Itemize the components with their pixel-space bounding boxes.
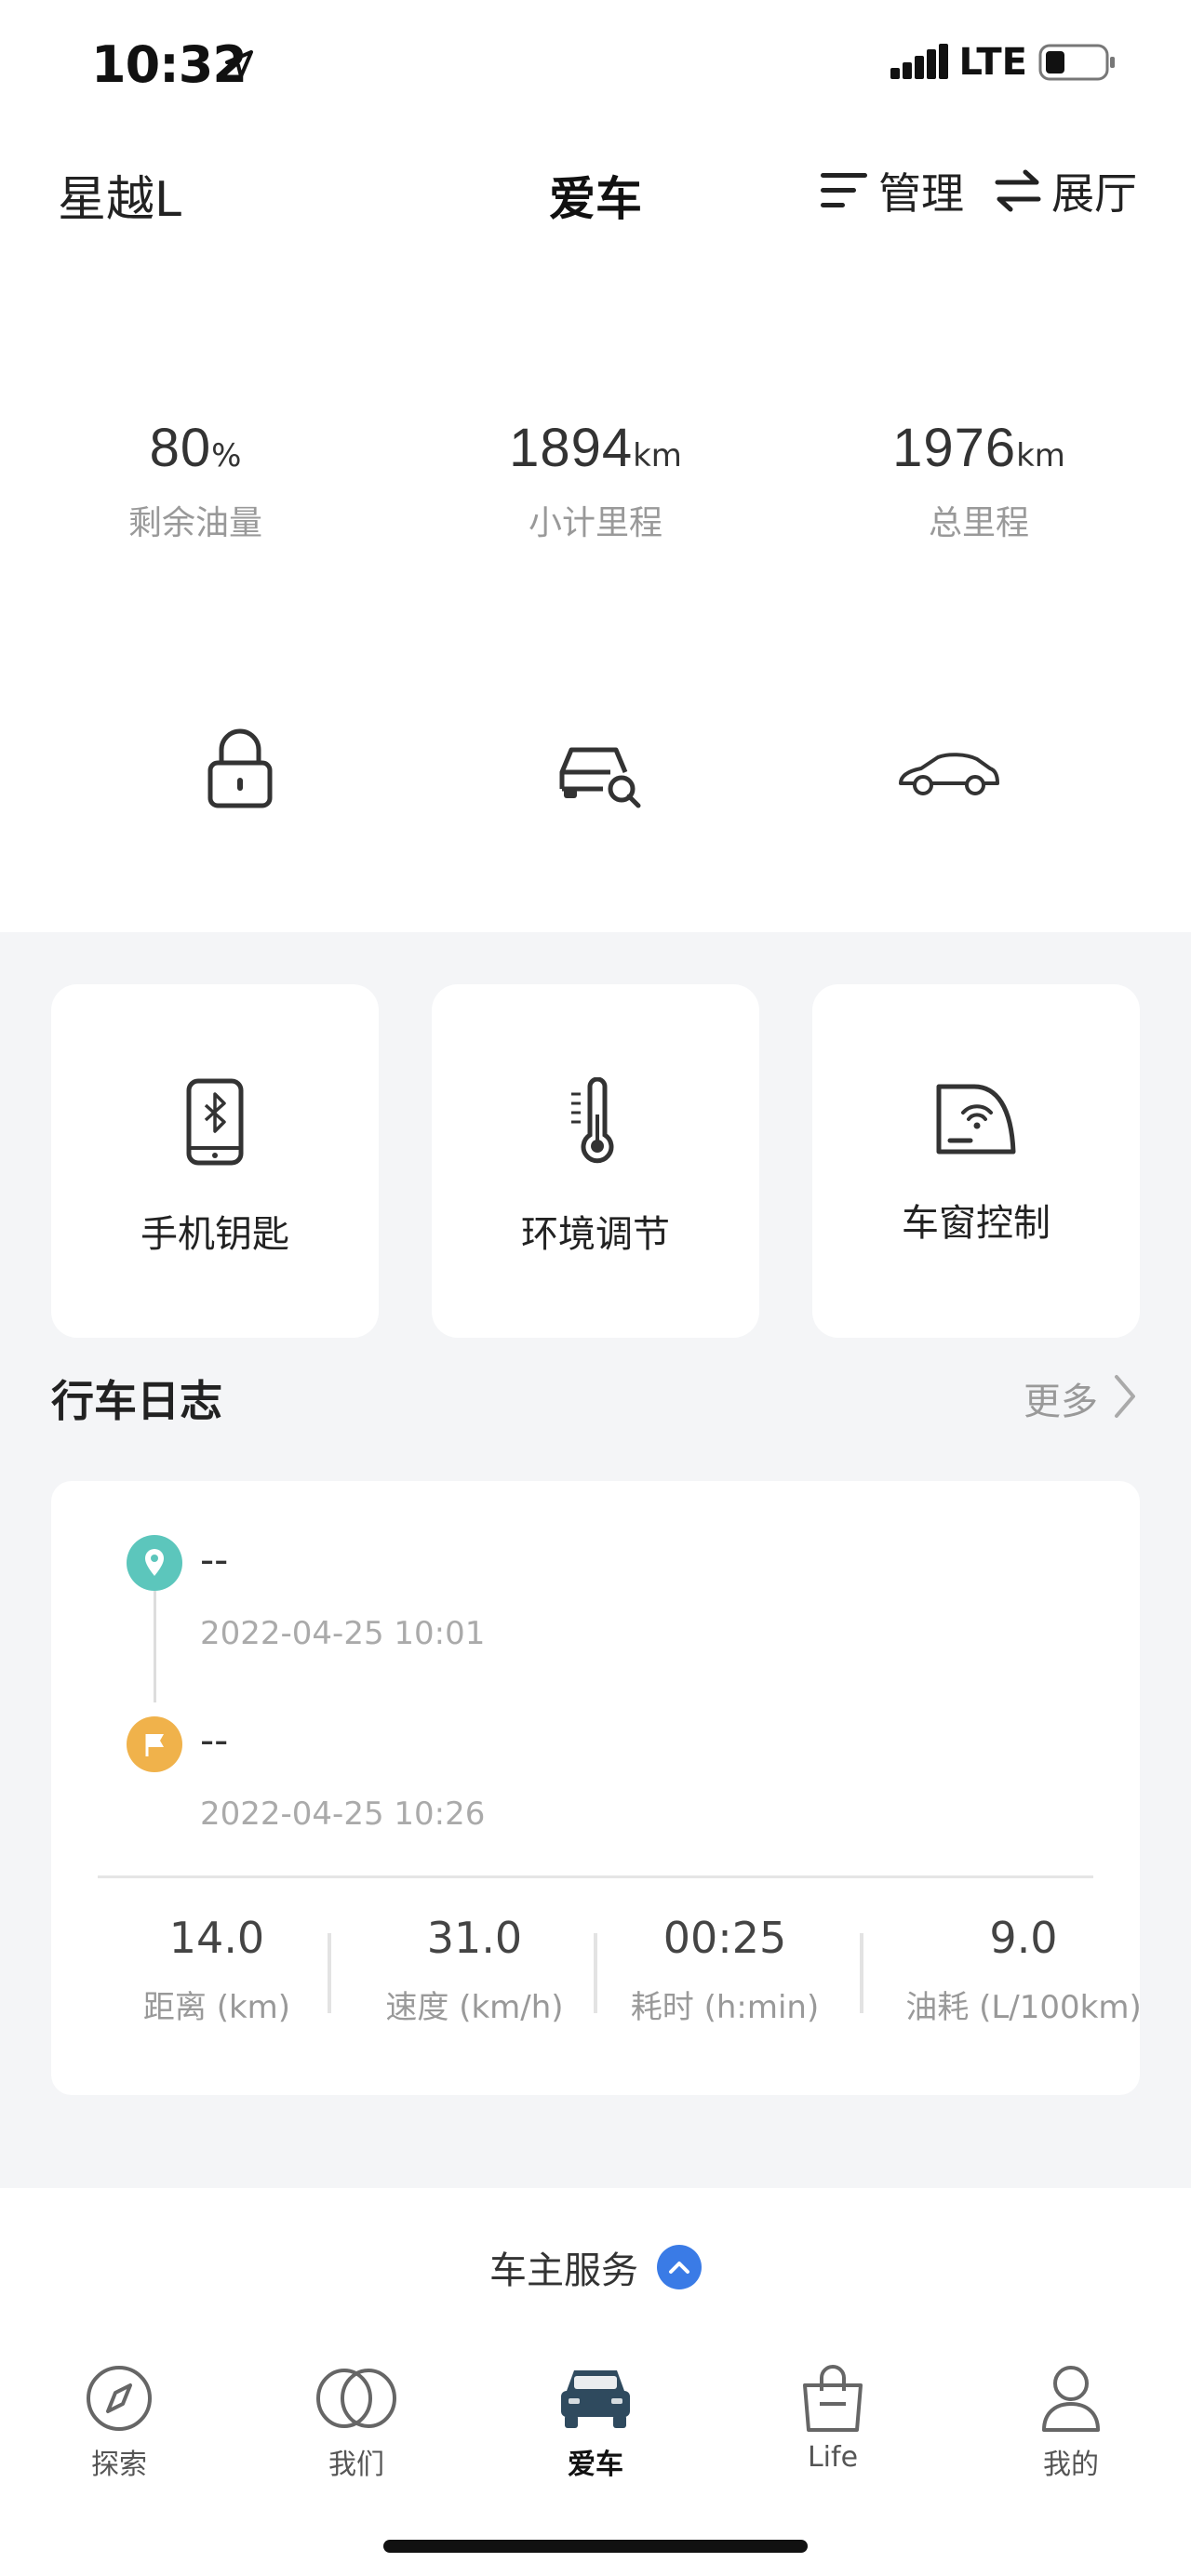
window-control-label: 车窗控制 (902, 1202, 1050, 1245)
end-flag-icon (127, 1716, 182, 1772)
fuel-consumption-metric: 9.0 油耗 (L/100km) (879, 1913, 1168, 2027)
climate-label: 环境调节 (521, 1213, 670, 1256)
showroom-button[interactable]: 展厅 (994, 160, 1137, 221)
odometer-value: 1976 (892, 418, 1017, 478)
fuel-stat: 80% 剩余油量 (0, 417, 391, 544)
shopping-bag-icon (803, 2365, 863, 2432)
fuel-label: 剩余油量 (127, 504, 262, 542)
fuel-consumption-value: 9.0 (989, 1913, 1058, 1963)
tab-profile-label: 我的 (1043, 2449, 1099, 2481)
status-right: LTE (890, 41, 1117, 84)
distance-value: 14.0 (168, 1913, 265, 1963)
compass-icon (87, 2366, 152, 2431)
network-label: LTE (958, 41, 1027, 84)
rings-icon (316, 2369, 396, 2428)
duration-value: 00:25 (662, 1913, 787, 1963)
chevron-up-icon (657, 2245, 702, 2289)
speed-value: 31.0 (426, 1913, 523, 1963)
start-time: 2022-04-25 10:01 (200, 1615, 486, 1652)
end-time: 2022-04-25 10:26 (200, 1795, 486, 1833)
duration-label: 耗时 (h:min) (630, 1989, 820, 2026)
odometer-unit: km (1016, 437, 1065, 474)
tab-explore[interactable]: 探索 (26, 2363, 212, 2482)
distance-metric: 14.0 距离 (km) (82, 1913, 352, 2027)
start-place: -- (200, 1537, 229, 1582)
tab-explore-label: 探索 (91, 2449, 147, 2481)
bluetooth-phone-icon (186, 1078, 244, 1166)
car-search-icon[interactable] (555, 735, 644, 813)
fuel-unit: % (211, 437, 242, 474)
car-side-icon[interactable] (897, 748, 999, 804)
car-front-icon (561, 2370, 630, 2428)
manage-button[interactable]: 管理 (819, 160, 964, 221)
tab-profile[interactable]: 我的 (978, 2363, 1164, 2482)
tab-community-label: 我们 (328, 2449, 384, 2481)
showroom-label: 展厅 (1051, 168, 1137, 219)
phone-key-label: 手机钥匙 (141, 1213, 289, 1256)
tab-my-car-label: 爱车 (568, 2449, 623, 2481)
tab-life-label: Life (807, 2441, 859, 2474)
thermometer-icon (571, 1077, 614, 1164)
chevron-right-icon[interactable] (1111, 1373, 1139, 1423)
trip-stat: 1894km 小计里程 (400, 417, 791, 544)
drive-log-more-link[interactable]: 更多 (1024, 1371, 1098, 1425)
end-place: -- (200, 1717, 229, 1763)
trip-value: 1894 (509, 418, 634, 478)
odometer-label: 总里程 (928, 504, 1029, 542)
car-window-icon (936, 1084, 1016, 1155)
tab-life[interactable]: Life (740, 2363, 926, 2474)
owner-service-toggle[interactable]: 车主服务 (0, 2240, 1191, 2294)
owner-service-label: 车主服务 (489, 2249, 638, 2292)
fuel-value: 80 (149, 418, 212, 478)
swap-arrows-icon (995, 169, 1041, 212)
speed-label: 速度 (km/h) (385, 1989, 564, 2026)
fuel-consumption-label: 油耗 (L/100km) (905, 1989, 1142, 2026)
manage-label: 管理 (878, 168, 964, 219)
location-arrow-icon (223, 48, 255, 84)
climate-card[interactable]: 环境调节 (432, 984, 759, 1338)
tab-my-car[interactable]: 爱车 (502, 2363, 689, 2482)
signal-icon (890, 44, 948, 79)
menu-lines-icon (821, 173, 867, 207)
trip-unit: km (633, 437, 682, 474)
duration-metric: 00:25 耗时 (h:min) (590, 1913, 860, 2027)
phone-key-card[interactable]: 手机钥匙 (51, 984, 379, 1338)
home-indicator[interactable] (383, 2540, 808, 2553)
window-control-card[interactable]: 车窗控制 (812, 984, 1140, 1338)
person-icon (1042, 2366, 1100, 2432)
log-divider (98, 1875, 1093, 1878)
tab-community[interactable]: 我们 (263, 2363, 449, 2482)
trip-label: 小计里程 (528, 504, 662, 542)
odometer-stat: 1976km 总里程 (783, 417, 1174, 544)
start-location-icon (127, 1535, 182, 1591)
lock-icon[interactable] (203, 726, 277, 813)
drive-log-title: 行车日志 (51, 1376, 222, 1426)
speed-metric: 31.0 速度 (km/h) (340, 1913, 609, 2027)
route-connector-line (154, 1591, 156, 1702)
distance-label: 距离 (km) (142, 1989, 291, 2026)
metric-separator (328, 1933, 331, 2013)
metric-separator (860, 1933, 863, 2013)
battery-icon (1038, 44, 1115, 81)
